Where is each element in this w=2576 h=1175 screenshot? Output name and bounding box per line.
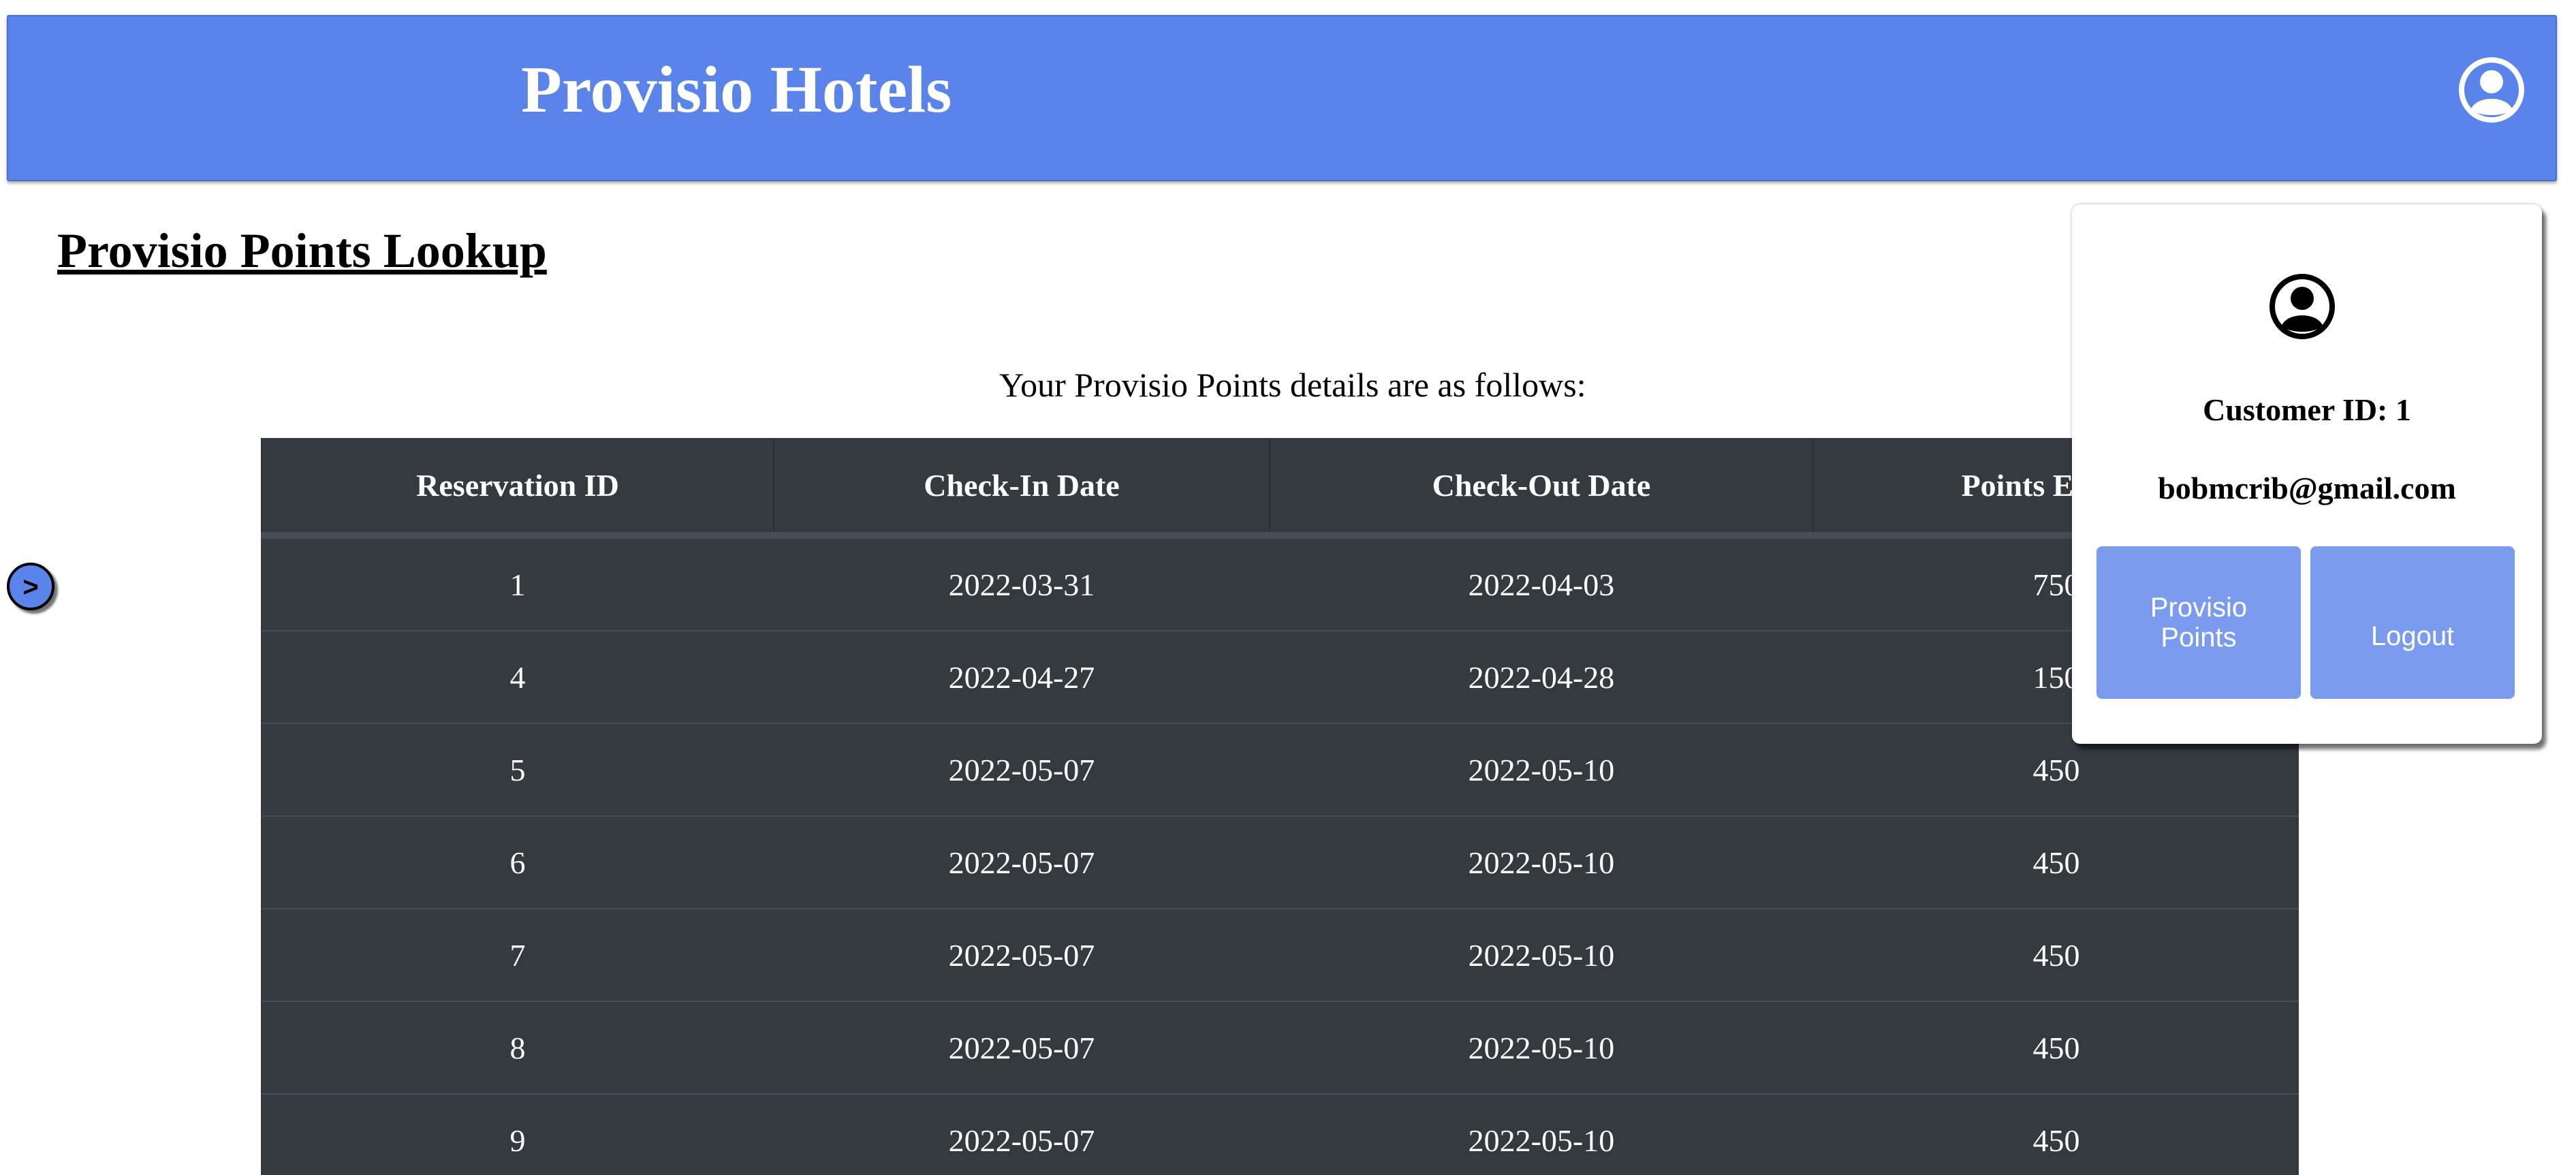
table-row: 1 2022-03-31 2022-04-03 750 xyxy=(262,535,2299,631)
table-row: 4 2022-04-27 2022-04-28 150 xyxy=(262,630,2299,723)
provisio-points-button[interactable]: Provisio Points xyxy=(2096,546,2301,699)
customer-email: bobmcrib@gmail.com xyxy=(2158,471,2456,505)
column-header-check-out-date: Check-Out Date xyxy=(1269,438,1813,539)
cell-reservation-id: 1 xyxy=(262,535,774,631)
cell-check-out-date: 2022-05-10 xyxy=(1270,815,1813,909)
points-table-container: Reservation ID Check-In Date Check-Out D… xyxy=(261,438,2299,1175)
cell-check-in-date: 2022-03-31 xyxy=(774,535,1270,631)
cell-check-in-date: 2022-04-27 xyxy=(774,630,1270,723)
intro-text: Your Provisio Points details are as foll… xyxy=(999,366,1586,404)
account-icon xyxy=(2268,272,2336,341)
customer-id-label: Customer ID: 1 xyxy=(2203,392,2411,427)
cell-check-in-date: 2022-05-07 xyxy=(774,1093,1270,1175)
cell-check-out-date: 2022-05-10 xyxy=(1270,1093,1813,1175)
table-row: 7 2022-05-07 2022-05-10 450 xyxy=(262,908,2299,1001)
cell-reservation-id: 5 xyxy=(262,723,774,816)
cell-points: 450 xyxy=(1813,815,2299,909)
cell-points: 450 xyxy=(1813,1001,2299,1094)
table-header-row: Reservation ID Check-In Date Check-Out D… xyxy=(261,438,2299,539)
sidebar-toggle-button[interactable]: > xyxy=(7,563,54,610)
cell-reservation-id: 7 xyxy=(262,908,774,1001)
logout-button[interactable]: Logout xyxy=(2310,546,2515,699)
column-header-reservation-id: Reservation ID xyxy=(261,438,774,539)
points-table: Reservation ID Check-In Date Check-Out D… xyxy=(261,438,2299,1175)
cell-check-out-date: 2022-04-28 xyxy=(1270,630,1813,723)
cell-check-in-date: 2022-05-07 xyxy=(774,908,1270,1001)
table-row: 9 2022-05-07 2022-05-10 450 xyxy=(262,1093,2299,1175)
cell-check-out-date: 2022-05-10 xyxy=(1270,1001,1813,1094)
cell-check-out-date: 2022-04-03 xyxy=(1270,535,1813,631)
brand-title[interactable]: Provisio Hotels xyxy=(521,50,952,131)
cell-check-out-date: 2022-05-10 xyxy=(1270,908,1813,1001)
cell-points: 450 xyxy=(1813,1093,2299,1175)
cell-check-in-date: 2022-05-07 xyxy=(774,815,1270,909)
table-row: 5 2022-05-07 2022-05-10 450 xyxy=(262,723,2299,816)
cell-check-in-date: 2022-05-07 xyxy=(774,1001,1270,1094)
cell-reservation-id: 6 xyxy=(262,815,774,909)
cell-reservation-id: 8 xyxy=(262,1001,774,1094)
table-row: 6 2022-05-07 2022-05-10 450 xyxy=(262,815,2299,909)
table-row: 8 2022-05-07 2022-05-10 450 xyxy=(262,1001,2299,1094)
page-title: Provisio Points Lookup xyxy=(57,223,547,278)
cell-reservation-id: 4 xyxy=(262,630,774,723)
site-header: Provisio Hotels xyxy=(7,15,2557,181)
cell-reservation-id: 9 xyxy=(262,1093,774,1175)
cell-check-out-date: 2022-05-10 xyxy=(1270,723,1813,816)
account-icon[interactable] xyxy=(2457,56,2526,124)
cell-check-in-date: 2022-05-07 xyxy=(774,723,1270,816)
account-popup: Customer ID: 1 bobmcrib@gmail.com Provis… xyxy=(2072,204,2542,744)
cell-points: 450 xyxy=(1813,908,2299,1001)
column-header-check-in-date: Check-In Date xyxy=(773,438,1270,539)
